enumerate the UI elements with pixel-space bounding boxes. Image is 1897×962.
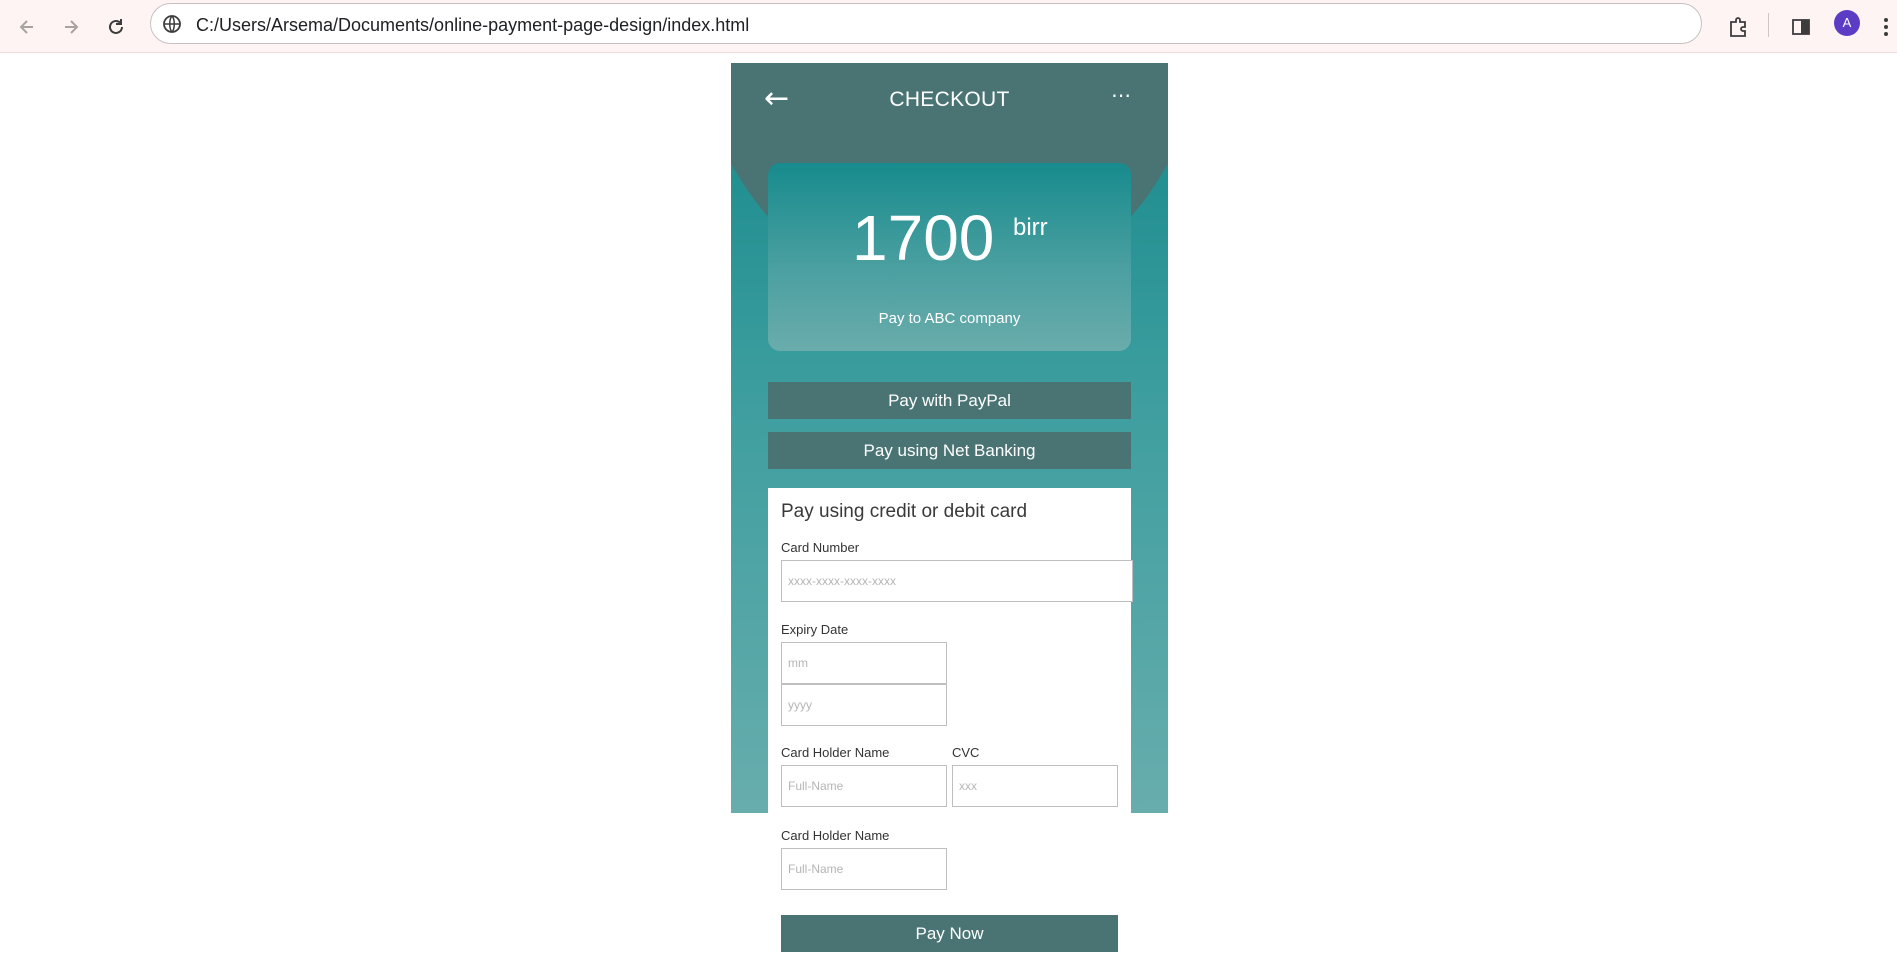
net-banking-button[interactable]: Pay using Net Banking bbox=[768, 432, 1131, 469]
address-bar[interactable]: C:/Users/Arsema/Documents/online-payment… bbox=[150, 3, 1702, 44]
site-info-icon[interactable] bbox=[162, 14, 182, 34]
extensions-icon[interactable] bbox=[1723, 12, 1753, 42]
card-form: Pay using credit or debit card Card Numb… bbox=[768, 488, 1133, 814]
amount-card: 1700 birr Pay to ABC company bbox=[768, 163, 1131, 351]
browser-toolbar: C:/Users/Arsema/Documents/online-payment… bbox=[0, 0, 1897, 53]
card-number-label: Card Number bbox=[781, 540, 860, 555]
cvc-label: CVC bbox=[952, 745, 980, 760]
expiry-label: Expiry Date bbox=[781, 622, 849, 637]
profile-avatar[interactable]: A bbox=[1834, 10, 1860, 36]
card-number-input[interactable]: xxxx-xxxx-xxxx-xxxx bbox=[781, 560, 1133, 602]
reload-icon[interactable] bbox=[101, 12, 131, 42]
card-form-heading: Pay using credit or debit card bbox=[781, 501, 1028, 522]
forward-icon[interactable] bbox=[56, 12, 86, 42]
expiry-year-input[interactable]: yyyy bbox=[781, 684, 947, 726]
back-icon[interactable] bbox=[12, 12, 42, 42]
header-band bbox=[731, 63, 1168, 163]
address-url[interactable]: C:/Users/Arsema/Documents/online-payment… bbox=[196, 15, 749, 36]
page-title: CHECKOUT bbox=[889, 88, 1010, 111]
card-holder-input[interactable]: Full-Name bbox=[781, 765, 947, 807]
amount-currency: birr bbox=[1013, 214, 1048, 241]
card-holder-label: Card Holder Name bbox=[781, 745, 890, 760]
cvc-input[interactable]: xxx bbox=[952, 765, 1118, 807]
expiry-month-input[interactable]: mm bbox=[781, 642, 947, 684]
side-panel-icon[interactable] bbox=[1786, 12, 1816, 42]
pay-now-button[interactable]: Pay Now bbox=[781, 915, 1118, 952]
more-options-icon[interactable]: ⋯ bbox=[1111, 83, 1131, 107]
toolbar-divider bbox=[1768, 13, 1769, 37]
card-holder-label-2: Card Holder Name bbox=[781, 828, 890, 843]
pay-to-text: Pay to ABC company bbox=[878, 310, 1021, 327]
paypal-button[interactable]: Pay with PayPal bbox=[768, 382, 1131, 419]
menu-icon[interactable] bbox=[1877, 12, 1895, 42]
card-holder-input-2[interactable]: Full-Name bbox=[781, 848, 947, 890]
amount-value: 1700 bbox=[852, 202, 995, 274]
